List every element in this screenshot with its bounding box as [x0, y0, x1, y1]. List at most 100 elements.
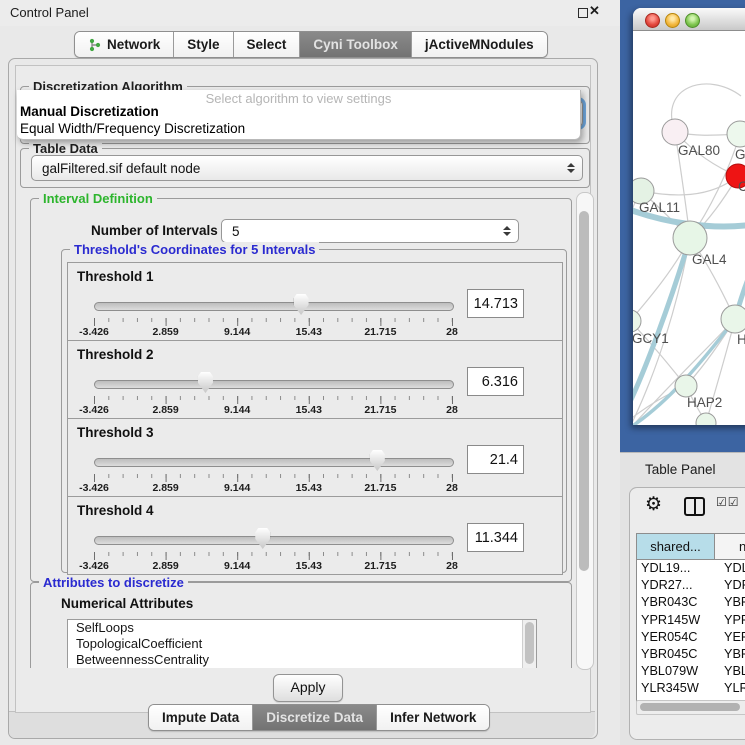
num-intervals-value: 5 [222, 224, 240, 239]
cell-name[interactable]: YPR1 [719, 612, 745, 629]
cell-name[interactable]: YDR2 [719, 577, 745, 594]
table-row[interactable]: YBL079WYBL0 [637, 663, 745, 680]
spinner-arrows-icon [503, 226, 511, 236]
tab-cyni-toolbox[interactable]: Cyni Toolbox [300, 32, 412, 57]
list-scrollbar[interactable] [522, 620, 536, 668]
threshold-value-field[interactable] [467, 445, 524, 474]
tab-label: jActiveMNodules [425, 37, 534, 52]
select-columns-icon[interactable]: ☑☑ [716, 495, 740, 509]
slider-thumb[interactable] [294, 294, 309, 315]
node-gal4[interactable] [673, 221, 707, 255]
list-scrollbar-thumb[interactable] [525, 622, 534, 664]
cell-name[interactable]: YER0 [719, 629, 745, 646]
column-header-name[interactable]: na [715, 534, 745, 559]
slider-track[interactable] [94, 458, 454, 467]
table-row[interactable]: YBR043CYBR0 [637, 594, 745, 611]
table-row[interactable]: YBR045CYBR0 [637, 646, 745, 663]
threshold-value-field[interactable] [467, 523, 524, 552]
cell-shared-name[interactable]: YLR345W [637, 680, 719, 697]
list-item[interactable]: TopologicalCoefficient [68, 636, 536, 652]
table-horizontal-scrollbar[interactable] [636, 700, 745, 715]
network-view-window[interactable]: GAL80 G C GAL11 GAL4 GCY1 H HAP2 [633, 8, 745, 425]
slider-2[interactable] [94, 371, 452, 395]
node-gal80[interactable] [662, 119, 688, 145]
tab-style[interactable]: Style [174, 32, 233, 57]
slider-track[interactable] [94, 536, 454, 545]
slider-track[interactable] [94, 380, 454, 389]
tab-infer-network[interactable]: Infer Network [377, 705, 489, 730]
slider-3[interactable] [94, 449, 452, 473]
tick-label: 15.43 [296, 404, 322, 416]
cell-name[interactable]: YBR0 [719, 594, 745, 611]
slider-thumb[interactable] [198, 372, 213, 393]
tick-label: 28 [446, 560, 458, 572]
tab-label: Cyni Toolbox [313, 37, 398, 52]
slider-ticks-major [94, 474, 453, 482]
settings-scrollbar-thumb[interactable] [579, 211, 589, 571]
tab-jactivemnodules[interactable]: jActiveMNodules [412, 32, 547, 57]
table-row[interactable]: YDL19...YDL1 [637, 560, 745, 577]
cell-shared-name[interactable]: YDL19... [637, 560, 719, 577]
combo-arrows-icon [567, 163, 575, 173]
node-clipped-low-right[interactable] [721, 305, 745, 333]
tab-label: Infer Network [390, 710, 476, 725]
tab-network[interactable]: Network [75, 32, 174, 57]
threshold-value-field[interactable] [467, 367, 524, 396]
tab-label: Network [107, 37, 160, 52]
num-intervals-spinner[interactable]: 5 [221, 219, 519, 243]
float-window-icon[interactable] [578, 8, 588, 18]
cell-name[interactable]: YBL0 [719, 663, 745, 680]
tab-select[interactable]: Select [234, 32, 301, 57]
column-layout-icon[interactable] [684, 497, 705, 516]
cell-shared-name[interactable]: YER054C [637, 629, 719, 646]
settings-scrollbar[interactable] [576, 192, 594, 670]
table-row[interactable]: YDR27...YDR2 [637, 577, 745, 594]
cell-name[interactable]: YLR3 [719, 680, 745, 697]
cell-shared-name[interactable]: YBR043C [637, 594, 719, 611]
table-data-combobox[interactable]: galFiltered.sif default node [31, 155, 583, 181]
cell-name[interactable]: YDL1 [719, 560, 745, 577]
apply-button[interactable]: Apply [273, 674, 343, 702]
table-row[interactable]: YLR345WYLR3 [637, 680, 745, 697]
gear-icon[interactable]: ⚙ [645, 493, 662, 516]
slider-thumb[interactable] [255, 528, 270, 549]
network-window-titlebar[interactable] [633, 8, 745, 31]
cell-name[interactable]: YBR0 [719, 646, 745, 663]
dropdown-option-equal-width[interactable]: Equal Width/Frequency Discretization [20, 121, 245, 136]
dropdown-option-manual[interactable]: Manual Discretization [20, 104, 159, 119]
table-row[interactable]: YER054CYER0 [637, 629, 745, 646]
slider-ticks-major [94, 552, 453, 560]
table-row[interactable]: YPR145WYPR1 [637, 612, 745, 629]
slider-track[interactable] [94, 302, 454, 311]
cell-shared-name[interactable]: YPR145W [637, 612, 719, 629]
cell-shared-name[interactable]: YDR27... [637, 577, 719, 594]
close-traffic-light-icon[interactable] [645, 13, 660, 28]
zoom-traffic-light-icon[interactable] [685, 13, 700, 28]
tab-impute-data[interactable]: Impute Data [149, 705, 253, 730]
node-gcy1[interactable] [633, 310, 641, 332]
list-item[interactable]: BetweennessCentrality [68, 652, 536, 668]
table-horizontal-scrollbar-thumb[interactable] [640, 703, 740, 711]
threshold-label: Threshold 4 [77, 503, 154, 518]
minimize-traffic-light-icon[interactable] [665, 13, 680, 28]
node-hap2[interactable] [675, 375, 697, 397]
numerical-attributes-list[interactable]: SelfLoops TopologicalCoefficient Between… [67, 619, 537, 668]
column-header-shared-name[interactable]: shared... [637, 534, 715, 559]
node-label-hap2: HAP2 [687, 395, 722, 410]
node-label-gal80: GAL80 [678, 143, 720, 158]
control-panel: Control Panel ✕ Network Style Select Cyn… [0, 0, 620, 745]
network-canvas[interactable]: GAL80 G C GAL11 GAL4 GCY1 H HAP2 [633, 31, 745, 425]
cell-shared-name[interactable]: YBL079W [637, 663, 719, 680]
panel-title: Control Panel [10, 5, 89, 20]
node-clipped-bottom[interactable] [696, 413, 716, 425]
list-item[interactable]: SelfLoops [68, 620, 536, 636]
slider-thumb[interactable] [370, 450, 385, 471]
slider-1[interactable] [94, 293, 452, 317]
tick-label: 28 [446, 482, 458, 494]
cell-shared-name[interactable]: YBR045C [637, 646, 719, 663]
node-clipped-top-right[interactable] [727, 121, 745, 147]
tab-discretize-data[interactable]: Discretize Data [253, 705, 377, 730]
threshold-value-field[interactable] [467, 289, 524, 318]
close-icon[interactable]: ✕ [589, 3, 600, 19]
slider-4[interactable] [94, 527, 452, 551]
